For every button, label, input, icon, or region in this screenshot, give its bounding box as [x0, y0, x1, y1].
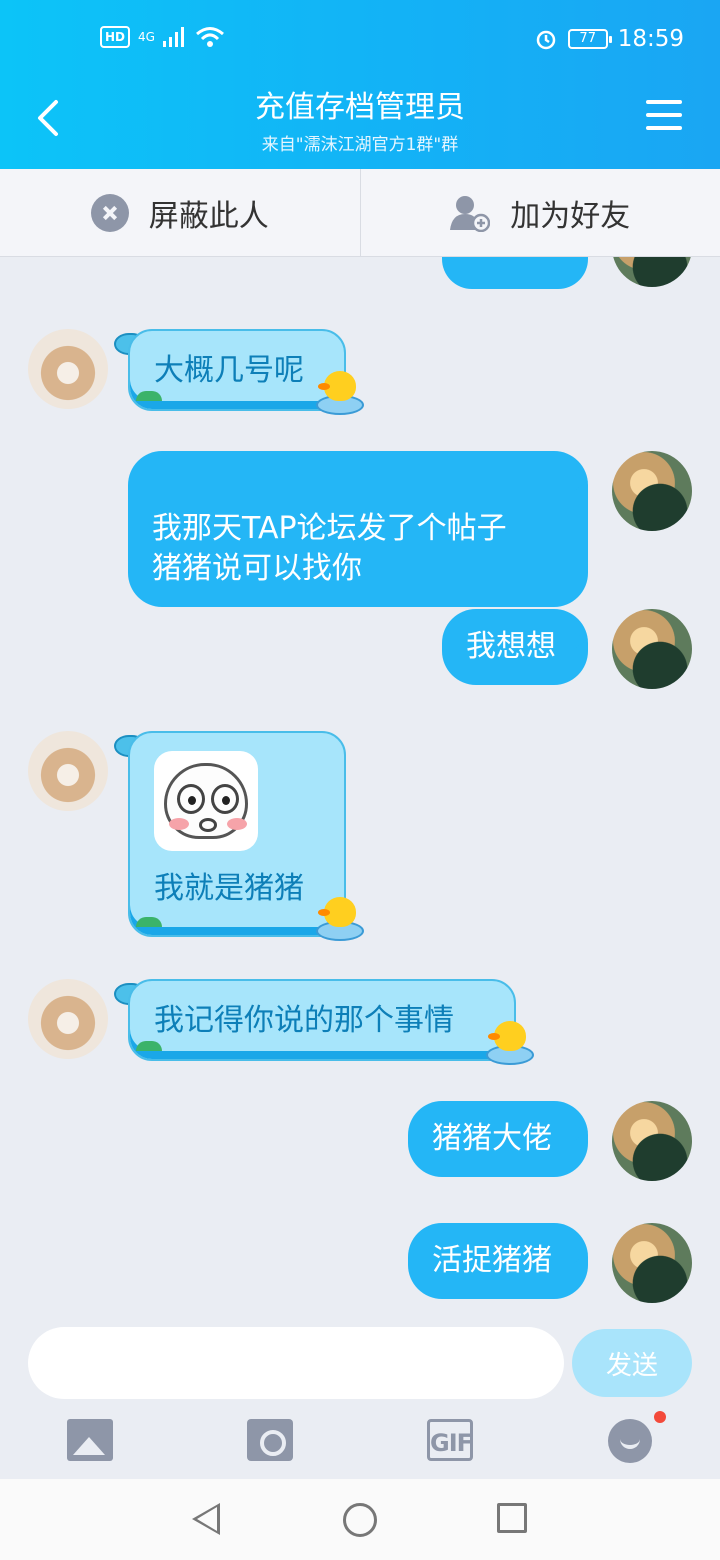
- input-bar: 发送: [0, 1327, 720, 1407]
- chat-area[interactable]: 大概几号呢 我那天TAP论坛发了个帖子 猪猪说可以找你 我想想 我就是猪猪 我记…: [0, 257, 720, 1327]
- input-toolbar: GIF: [0, 1407, 720, 1479]
- chevron-left-icon[interactable]: [30, 98, 70, 138]
- avatar[interactable]: [28, 979, 108, 1059]
- page-title: 充值存档管理员: [255, 90, 465, 125]
- clock-time: 18:59: [617, 26, 684, 52]
- duck-icon: [316, 893, 364, 941]
- camera-icon[interactable]: [247, 1419, 293, 1461]
- avatar[interactable]: [612, 451, 692, 531]
- battery-icon: 77: [567, 29, 612, 49]
- pig-sticker[interactable]: [154, 751, 258, 851]
- gif-icon[interactable]: GIF: [427, 1419, 473, 1461]
- grass-icon: [136, 1041, 162, 1051]
- avatar[interactable]: [28, 329, 108, 409]
- block-user-button[interactable]: 屏蔽此人: [0, 169, 361, 256]
- message-text: 我记得你说的那个事情: [154, 1003, 454, 1038]
- image-icon[interactable]: [67, 1419, 113, 1461]
- message-bubble-in[interactable]: 我记得你说的那个事情: [128, 979, 516, 1061]
- block-icon: [90, 193, 129, 232]
- message-bubble-in[interactable]: 我就是猪猪: [128, 731, 346, 937]
- avatar[interactable]: [28, 731, 108, 811]
- message-text: 大概几号呢: [154, 353, 304, 388]
- avatar[interactable]: [612, 257, 692, 287]
- avatar[interactable]: [612, 1223, 692, 1303]
- action-bar: 屏蔽此人 加为好友: [0, 169, 720, 257]
- nav-back-icon[interactable]: [192, 1503, 220, 1535]
- emoji-icon[interactable]: [608, 1419, 652, 1463]
- notification-dot: [654, 1411, 666, 1423]
- add-friend-icon: [450, 195, 491, 232]
- message-text: 我就是猪猪: [154, 871, 304, 906]
- message-text: 活捉猪猪: [432, 1243, 552, 1278]
- message-input[interactable]: [28, 1327, 564, 1399]
- message-text: 我想想: [466, 629, 556, 664]
- message-bubble-out[interactable]: 猪猪大佬: [408, 1101, 588, 1177]
- network-type: 4G: [138, 30, 155, 44]
- page-subtitle: 来自"濡沫江湖官方1群"群: [261, 135, 459, 155]
- hd-icon: HD: [100, 26, 131, 48]
- nav-recent-icon[interactable]: [497, 1503, 527, 1533]
- wifi-icon: [195, 27, 224, 47]
- add-friend-label: 加为好友: [510, 198, 631, 234]
- avatar[interactable]: [612, 609, 692, 689]
- block-label: 屏蔽此人: [148, 198, 269, 234]
- message-text: 我那天TAP论坛发了个帖子 猪猪说可以找你: [152, 511, 507, 586]
- message-bubble-in[interactable]: 大概几号呢: [128, 329, 346, 411]
- chat-header: HD 4G 77 18:59 充值存档管理员 来自"濡沫江湖官方1群"群: [0, 0, 720, 169]
- message-bubble-out[interactable]: 我那天TAP论坛发了个帖子 猪猪说可以找你: [128, 451, 588, 607]
- grass-icon: [136, 391, 162, 401]
- grass-icon: [136, 917, 162, 927]
- message-bubble-out[interactable]: 我想想: [442, 609, 588, 685]
- status-bar: HD 4G 77 18:59: [0, 0, 720, 84]
- message-bubble-partial[interactable]: [442, 257, 588, 289]
- alarm-icon: [536, 30, 555, 50]
- message-bubble-out[interactable]: 活捉猪猪: [408, 1223, 588, 1299]
- signal-icon: [162, 27, 184, 47]
- title-block: 充值存档管理员 来自"濡沫江湖官方1群"群: [160, 90, 560, 155]
- duck-icon: [486, 1017, 534, 1065]
- hamburger-icon[interactable]: [646, 100, 682, 136]
- nav-home-icon[interactable]: [343, 1503, 377, 1537]
- add-friend-button[interactable]: 加为好友: [361, 169, 720, 256]
- system-nav-bar: [0, 1479, 720, 1560]
- message-text: 猪猪大佬: [432, 1121, 552, 1156]
- avatar[interactable]: [612, 1101, 692, 1181]
- send-button[interactable]: 发送: [572, 1329, 692, 1397]
- duck-icon: [316, 367, 364, 415]
